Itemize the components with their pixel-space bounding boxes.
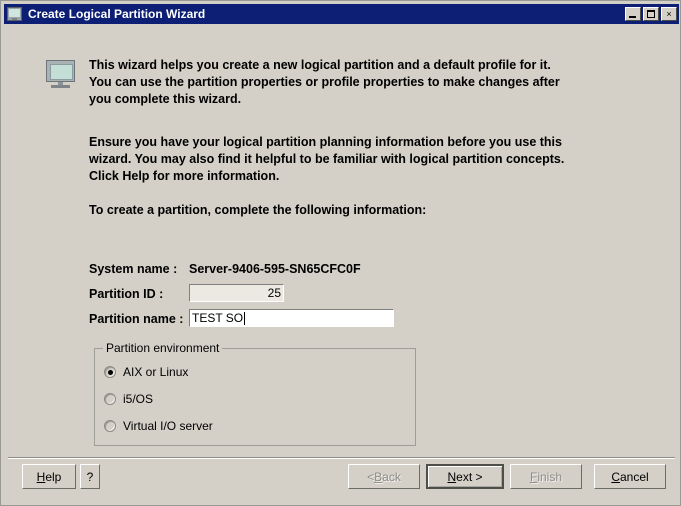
partition-environment-legend: Partition environment xyxy=(103,341,223,355)
close-button[interactable]: × xyxy=(661,7,677,21)
maximize-button[interactable] xyxy=(643,7,659,21)
next-button[interactable]: Next > xyxy=(426,464,504,489)
system-name-row: System name : Server-9406-595-SN65CFC0F xyxy=(89,259,489,284)
radio-label-i5os: i5/OS xyxy=(123,392,154,406)
help-button-mnemonic: H xyxy=(36,469,46,484)
wizard-intro: This wizard helps you create a new logic… xyxy=(46,57,566,108)
partition-id-value: 25 xyxy=(267,286,281,300)
partition-id-row: Partition ID : 25 xyxy=(89,284,489,309)
finish-button-label: inish xyxy=(537,469,563,484)
monitor-icon xyxy=(7,7,22,21)
radio-option-i5os[interactable]: i5/OS xyxy=(104,392,153,406)
finish-button[interactable]: Finish xyxy=(510,464,582,489)
cancel-button-mnemonic: C xyxy=(611,469,620,484)
radio-icon-i5os[interactable] xyxy=(104,393,116,405)
dialog-client-area: This wizard helps you create a new logic… xyxy=(4,26,679,504)
cancel-button[interactable]: Cancel xyxy=(594,464,666,489)
question-mark-icon: ? xyxy=(86,469,94,484)
text-caret xyxy=(244,311,246,325)
context-help-button[interactable]: ? xyxy=(80,464,100,489)
monitor-base xyxy=(51,85,70,88)
help-button[interactable]: Help xyxy=(22,464,76,489)
back-button-label: ack xyxy=(382,469,401,484)
intro-paragraph-2: Ensure you have your logical partition p… xyxy=(89,135,565,183)
button-bar-separator xyxy=(8,457,675,459)
radio-label-virtual-io-server: Virtual I/O server xyxy=(123,419,213,433)
radio-icon-virtual-io-server[interactable] xyxy=(104,420,116,432)
back-button-prefix: < xyxy=(367,469,375,484)
partition-environment-group: Partition environment AIX or Linux i5/OS… xyxy=(94,341,416,446)
minimize-button[interactable] xyxy=(625,7,641,21)
partition-name-value: TEST SO xyxy=(192,311,244,325)
monitor-icon xyxy=(46,60,77,89)
dialog-button-bar: Help ? < Back Next > Finish Cancel xyxy=(4,464,679,504)
partition-id-label: Partition ID : xyxy=(89,287,164,301)
window-titlebar[interactable]: Create Logical Partition Wizard × xyxy=(4,4,679,24)
intro-paragraph-3: To create a partition, complete the foll… xyxy=(89,203,427,217)
radio-icon-aix-or-linux[interactable] xyxy=(104,366,116,378)
partition-form: System name : Server-9406-595-SN65CFC0F … xyxy=(89,259,489,334)
back-button[interactable]: < Back xyxy=(348,464,420,489)
partition-name-label: Partition name : xyxy=(89,312,184,326)
partition-id-input[interactable]: 25 xyxy=(189,284,284,302)
back-button-mnemonic: B xyxy=(374,469,383,484)
partition-name-input[interactable]: TEST SO xyxy=(189,309,394,327)
next-button-mnemonic: N xyxy=(447,469,457,484)
help-button-label: elp xyxy=(45,469,62,484)
radio-option-virtual-io-server[interactable]: Virtual I/O server xyxy=(104,419,213,433)
intro-paragraph-1: This wizard helps you create a new logic… xyxy=(89,58,560,106)
system-name-value: Server-9406-595-SN65CFC0F xyxy=(189,262,361,276)
close-icon: × xyxy=(666,9,672,19)
monitor-screen xyxy=(50,64,73,80)
system-name-label: System name : xyxy=(89,262,178,276)
window-controls: × xyxy=(625,7,677,21)
create-logical-partition-wizard-window: Create Logical Partition Wizard × This w… xyxy=(0,0,681,506)
partition-name-row: Partition name : TEST SO xyxy=(89,309,489,334)
monitor-body xyxy=(46,60,75,82)
window-title: Create Logical Partition Wizard xyxy=(28,7,206,21)
cancel-button-label: ancel xyxy=(619,469,649,484)
radio-label-aix-or-linux: AIX or Linux xyxy=(123,365,189,379)
radio-option-aix-or-linux[interactable]: AIX or Linux xyxy=(104,365,188,379)
next-button-label: ext > xyxy=(456,469,483,484)
finish-button-mnemonic: F xyxy=(529,469,538,484)
